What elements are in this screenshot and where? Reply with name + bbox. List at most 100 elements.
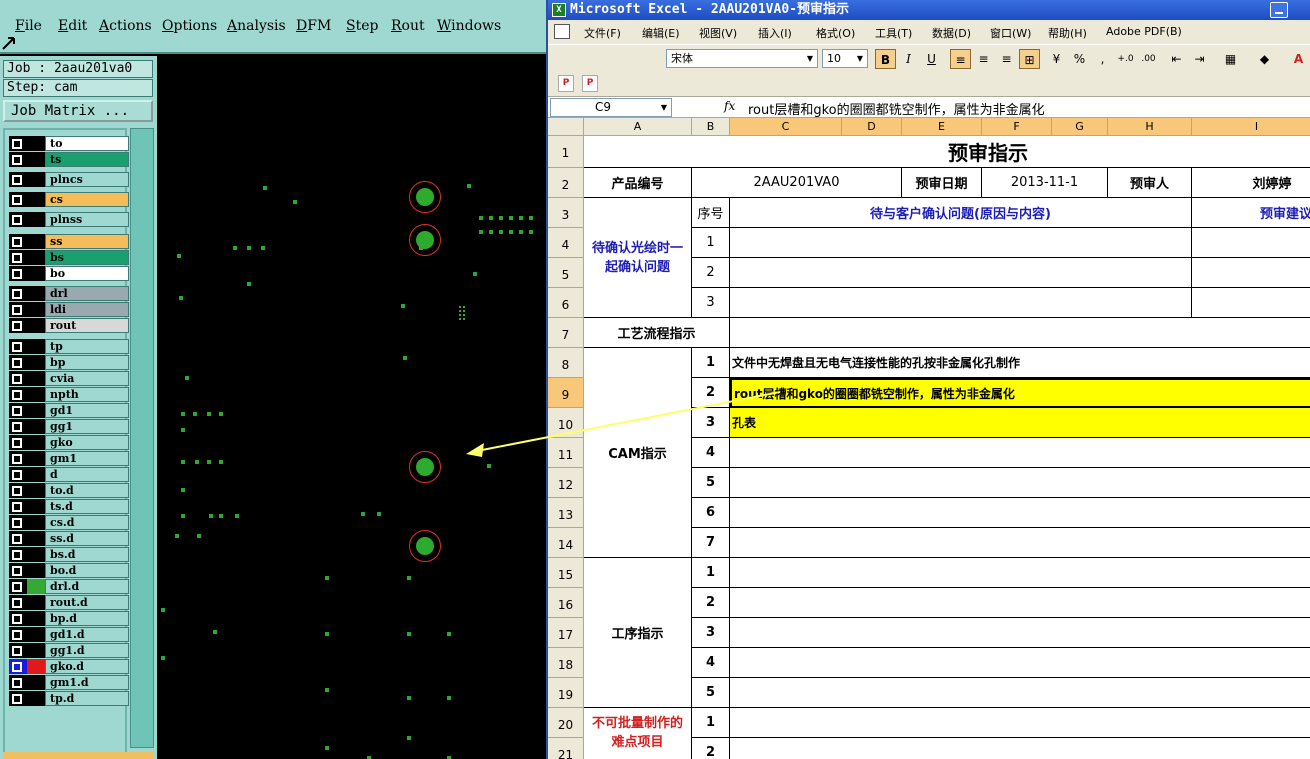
layer-affected-box[interactable] (9, 286, 27, 301)
layer-row-bs[interactable]: bs (9, 250, 129, 265)
layer-affected-box[interactable] (9, 451, 27, 466)
layer-display-swatch[interactable] (27, 136, 45, 151)
cam-item-cell[interactable]: 文件中无焊盘且无电气连接性能的孔按非金属化孔制作 (730, 348, 1310, 378)
layer-affected-box[interactable] (9, 403, 27, 418)
cam-menu-step[interactable]: Step (346, 18, 378, 34)
seq-cell[interactable]: 5 (692, 678, 730, 708)
layer-affected-box[interactable] (9, 371, 27, 386)
layer-affected-box[interactable] (9, 643, 27, 658)
layer-row-gg1[interactable]: gg1 (9, 419, 129, 434)
cam-item-cell[interactable] (730, 498, 1310, 528)
increase-decimal-icon[interactable]: +.0 (1115, 49, 1136, 69)
formula-input[interactable]: rout层槽和gko的圈圈都铣空制作，属性为非金属化 (748, 99, 1045, 118)
layer-display-swatch[interactable] (27, 286, 45, 301)
layer-display-swatch[interactable] (27, 318, 45, 333)
row-header[interactable]: 5 (548, 258, 584, 288)
layer-checkbox[interactable] (12, 390, 22, 400)
decrease-indent-icon[interactable]: ⇤ (1166, 49, 1187, 69)
column-header-i[interactable]: I (1192, 118, 1310, 136)
layer-checkbox[interactable] (12, 253, 22, 263)
increase-indent-icon[interactable]: ⇥ (1189, 49, 1210, 69)
layer-affected-box[interactable] (9, 339, 27, 354)
layer-affected-box[interactable] (9, 547, 27, 562)
layer-affected-box[interactable] (9, 266, 27, 281)
layer-affected-box[interactable] (9, 691, 27, 706)
layer-row-d[interactable]: d (9, 467, 129, 482)
font-color-icon[interactable]: A (1288, 49, 1309, 69)
cam-menu-file[interactable]: File (15, 18, 42, 34)
cam-item-cell-selected[interactable]: rout层槽和gko的圈圈都铣空制作，属性为非金属化 (730, 378, 1310, 408)
row-header[interactable]: 20 (548, 708, 584, 738)
layer-list-scrollbar[interactable] (130, 128, 154, 748)
row-header[interactable]: 12 (548, 468, 584, 498)
layer-checkbox[interactable] (12, 662, 22, 672)
layer-checkbox[interactable] (12, 646, 22, 656)
procedure-cell[interactable] (730, 588, 1310, 618)
layer-affected-box[interactable] (9, 172, 27, 187)
reviewer-value-cell[interactable]: 刘婷婷 (1192, 168, 1310, 198)
seq-cell[interactable]: 3 (692, 408, 730, 438)
fill-color-icon[interactable]: ◆ (1254, 49, 1275, 69)
procedure-cell[interactable] (730, 648, 1310, 678)
layer-affected-box[interactable] (9, 250, 27, 265)
issue-header-cell[interactable]: 待与客户确认问题(原因与内容) (730, 198, 1192, 228)
layer-row-bp-d[interactable]: bp.d (9, 611, 129, 626)
difficult-section-cell[interactable]: 不可批量制作的难点项目 (584, 708, 692, 759)
underline-icon[interactable]: U (921, 49, 942, 69)
align-left-icon[interactable]: ≡ (950, 49, 971, 69)
layer-row-bp[interactable]: bp (9, 355, 129, 370)
layer-row-plnss[interactable]: plnss (9, 212, 129, 227)
seq-cell[interactable]: 4 (692, 648, 730, 678)
layer-display-swatch[interactable] (27, 212, 45, 227)
layer-affected-box[interactable] (9, 419, 27, 434)
layer-affected-box[interactable] (9, 234, 27, 249)
menu-file[interactable]: 文件(F) (584, 25, 621, 41)
chevron-down-icon[interactable]: ▼ (804, 51, 816, 66)
procedure-cell[interactable] (730, 678, 1310, 708)
row-header[interactable]: 8 (548, 348, 584, 378)
layer-row-gm1-d[interactable]: gm1.d (9, 675, 129, 690)
seq-header-cell[interactable]: 序号 (692, 198, 730, 228)
layer-row-gko-d[interactable]: gko.d (9, 659, 129, 674)
layer-display-swatch[interactable] (27, 675, 45, 690)
layer-display-swatch[interactable] (27, 172, 45, 187)
convert-to-pdf-icon[interactable]: P (558, 75, 574, 92)
layer-row-to-d[interactable]: to.d (9, 483, 129, 498)
seq-cell[interactable]: 4 (692, 438, 730, 468)
layer-checkbox[interactable] (12, 614, 22, 624)
layer-display-swatch[interactable] (27, 627, 45, 642)
seq-cell[interactable]: 1 (692, 708, 730, 738)
layer-display-swatch[interactable] (27, 595, 45, 610)
job-matrix-button[interactable]: Job Matrix ... (3, 100, 153, 122)
layer-checkbox[interactable] (12, 374, 22, 384)
layer-display-swatch[interactable] (27, 419, 45, 434)
suggest-cell[interactable] (1192, 258, 1310, 288)
layer-row-npth[interactable]: npth (9, 387, 129, 402)
seq-cell[interactable]: 2 (692, 378, 730, 408)
menu-insert[interactable]: 插入(I) (758, 25, 792, 41)
issue-cell[interactable] (730, 288, 1192, 318)
row-header[interactable]: 15 (548, 558, 584, 588)
column-header-b[interactable]: B (692, 118, 730, 136)
difficult-cell[interactable] (730, 738, 1310, 759)
cam-item-cell[interactable]: 孔表 (730, 408, 1310, 438)
seq-cell[interactable]: 5 (692, 468, 730, 498)
layer-affected-box[interactable] (9, 499, 27, 514)
layer-affected-box[interactable] (9, 675, 27, 690)
column-header-e[interactable]: E (902, 118, 982, 136)
row-header[interactable]: 16 (548, 588, 584, 618)
layer-affected-box[interactable] (9, 136, 27, 151)
row-header[interactable]: 2 (548, 168, 584, 198)
layer-row-gko[interactable]: gko (9, 435, 129, 450)
layer-affected-box[interactable] (9, 611, 27, 626)
layer-checkbox[interactable] (12, 342, 22, 352)
process-cell[interactable] (730, 318, 1310, 348)
convert-and-email-pdf-icon[interactable]: P (582, 75, 598, 92)
layer-affected-box[interactable] (9, 318, 27, 333)
layer-checkbox[interactable] (12, 422, 22, 432)
layer-row-plncs[interactable]: plncs (9, 172, 129, 187)
layer-display-swatch[interactable] (27, 152, 45, 167)
procedure-section-cell[interactable]: 工序指示 (584, 558, 692, 708)
suggest-cell[interactable] (1192, 228, 1310, 258)
layer-checkbox[interactable] (12, 438, 22, 448)
